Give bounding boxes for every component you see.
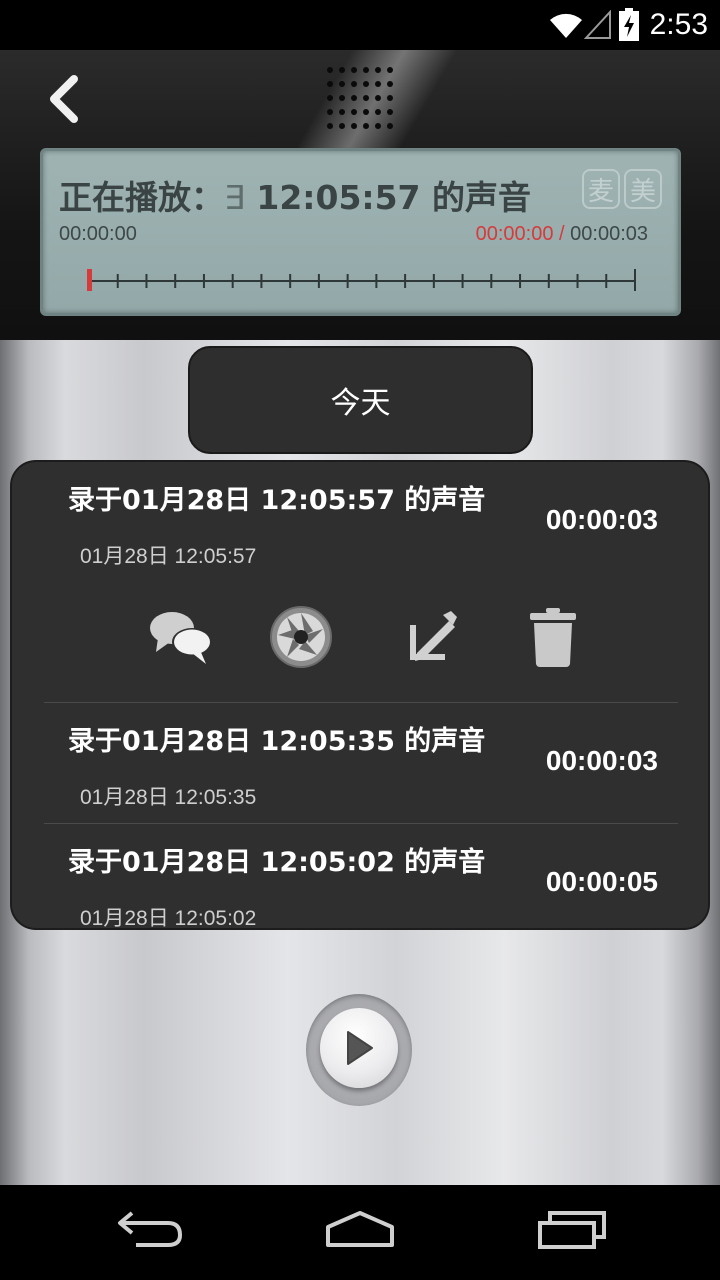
recording-item[interactable]: 录于01月28日 12:05:02 的声音 01月28日 12:05:02 00…	[12, 824, 708, 930]
recents-nav-icon[interactable]	[536, 1207, 608, 1251]
back-chevron-icon	[50, 75, 78, 123]
start-time: 00:00:00	[59, 223, 137, 245]
signal-icon	[584, 10, 611, 39]
badge-mai: 麦	[582, 169, 620, 209]
lcd-badges: 麦 美	[582, 169, 662, 209]
recording-item[interactable]: 录于01月28日 12:05:35 的声音 01月28日 12:05:35 00…	[12, 703, 708, 823]
date-group-tab[interactable]: 今天	[188, 346, 533, 454]
aperture-icon	[270, 606, 332, 668]
back-button[interactable]	[38, 72, 88, 126]
delete-button[interactable]	[518, 602, 588, 672]
play-button[interactable]	[320, 1008, 398, 1088]
share-button[interactable]	[146, 602, 216, 672]
back-nav-icon[interactable]	[116, 1207, 184, 1251]
edit-pencil-icon	[410, 611, 457, 661]
status-bar: 2:53	[0, 0, 720, 50]
recording-list: 录于01月28日 12:05:57 的声音 01月28日 12:05:57 00…	[10, 460, 710, 930]
aperture-button[interactable]	[266, 602, 336, 672]
recording-title: 录于01月28日 12:05:35 的声音	[68, 726, 486, 757]
now-playing-title: 正在播放：∃ 12:05:57 的声音	[59, 178, 532, 217]
wifi-icon	[550, 13, 582, 38]
badge-mei: 美	[624, 169, 662, 209]
system-nav-bar	[0, 1185, 720, 1280]
current-time: 00:00:00	[475, 223, 554, 245]
speaker-grille-icon	[327, 67, 393, 129]
recording-item[interactable]: 录于01月28日 12:05:57 的声音 01月28日 12:05:57 00…	[12, 462, 708, 702]
share-chat-icon	[150, 612, 212, 664]
home-nav-icon[interactable]	[324, 1207, 396, 1251]
clock: 2:53	[649, 8, 708, 41]
battery-charging-icon	[619, 8, 639, 41]
recording-duration: 00:00:05	[545, 866, 658, 897]
recording-actions	[12, 602, 708, 682]
total-time: 00:00:03	[570, 223, 648, 245]
recording-title: 录于01月28日 12:05:57 的声音	[68, 485, 486, 516]
recording-duration: 00:00:03	[545, 745, 658, 776]
play-icon	[347, 1031, 373, 1065]
progress-ruler[interactable]	[87, 265, 637, 295]
time-separator: /	[559, 223, 565, 245]
progress-marker	[87, 269, 92, 291]
trash-icon	[530, 608, 576, 667]
now-playing-display: 正在播放：∃ 12:05:57 的声音 麦 美 00:00:00 00:00:0…	[40, 148, 681, 316]
play-button-ring	[306, 994, 412, 1106]
recording-date: 01月28日 12:05:57	[80, 545, 257, 568]
recording-date: 01月28日 12:05:35	[80, 786, 257, 809]
date-group-label: 今天	[330, 386, 391, 421]
time-readout: 00:00:00 / 00:00:03	[476, 223, 648, 246]
recording-duration: 00:00:03	[545, 504, 658, 535]
edit-button[interactable]	[394, 602, 464, 672]
recording-date: 01月28日 12:05:02	[80, 907, 257, 930]
recording-title: 录于01月28日 12:05:02 的声音	[68, 847, 486, 878]
